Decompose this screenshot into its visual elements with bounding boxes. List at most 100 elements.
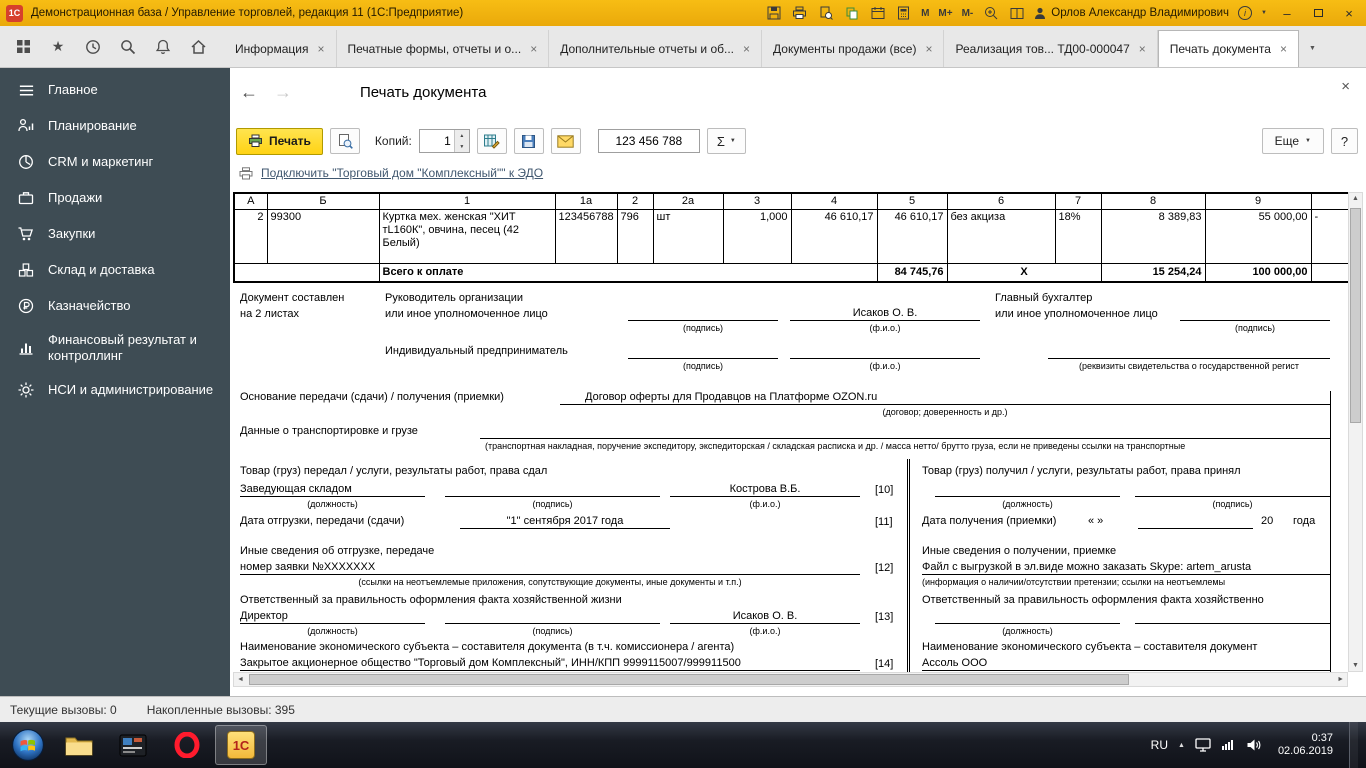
hidden-icons-arrow[interactable]: ▲ — [1178, 742, 1185, 749]
edo-icon — [239, 166, 253, 179]
current-user[interactable]: Орлов Александр Владимирович — [1034, 7, 1229, 20]
quick-sum-field[interactable] — [597, 129, 700, 153]
calculator-icon[interactable] — [895, 5, 912, 21]
sidebar-item-sales[interactable]: Продажи — [0, 180, 230, 216]
sidebar-item-main[interactable]: Главное — [0, 72, 230, 108]
scroll-left-icon[interactable]: ◄ — [237, 673, 244, 686]
save-file-button[interactable] — [513, 128, 544, 154]
stepper-up-icon[interactable]: ▲ — [454, 130, 469, 141]
doc-text: "1" сентября 2017 года — [506, 515, 624, 527]
sidebar-item-treasury[interactable]: Казначейство — [0, 288, 230, 324]
clock[interactable]: 0:37 02.06.2019 — [1272, 732, 1339, 758]
close-icon[interactable]: × — [317, 42, 324, 56]
scroll-up-icon[interactable]: ▲ — [1349, 195, 1362, 202]
print-icon[interactable] — [791, 5, 808, 21]
copies-input[interactable] — [419, 130, 454, 152]
taskbar-console-button[interactable] — [107, 725, 159, 765]
open-tabs: Информация × Печатные формы, отчеты и о..… — [224, 30, 1366, 67]
back-button[interactable]: ← — [240, 82, 258, 102]
sidebar-item-purchases[interactable]: Закупки — [0, 216, 230, 252]
sum-button[interactable]: Σ ▼ — [706, 128, 746, 154]
close-icon[interactable]: × — [1280, 42, 1287, 56]
opera-icon — [174, 732, 200, 758]
close-icon[interactable]: × — [925, 42, 932, 56]
tab-print-document[interactable]: Печать документа × — [1157, 30, 1299, 67]
zoom-icon[interactable] — [982, 5, 999, 21]
more-button[interactable]: Еще ▼ — [1261, 128, 1324, 154]
tab-additional-reports[interactable]: Дополнительные отчеты и об... × — [549, 30, 763, 67]
doc-text: Кострова В.Б. — [729, 483, 801, 495]
field-line — [240, 623, 425, 624]
sidebar-item-planning[interactable]: Планирование — [0, 108, 230, 144]
close-button[interactable]: × — [1338, 4, 1360, 22]
table-settings-button[interactable] — [476, 128, 507, 154]
show-desktop-button[interactable] — [1349, 722, 1358, 768]
doc-text: или иное уполномоченное лицо — [385, 308, 548, 320]
boxes-icon — [16, 260, 36, 280]
stepper-down-icon[interactable]: ▼ — [454, 141, 469, 152]
tray-display-icon[interactable] — [1195, 738, 1211, 752]
sidebar-item-finance[interactable]: Финансовый результат и контроллинг — [0, 324, 230, 372]
vertical-scroll-thumb[interactable] — [1350, 208, 1361, 423]
tab-bar: ★ Информация × Печатные формы, отчеты и о… — [0, 26, 1366, 68]
doc-text: Файл с выгрузкой в эл.виде можно заказат… — [922, 561, 1252, 573]
save-icon[interactable] — [765, 5, 782, 21]
system-tray: RU ▲ 0:37 02.06.2019 — [1151, 722, 1362, 768]
info-icon[interactable]: i — [1238, 6, 1253, 20]
doc-caption: (должность) — [307, 626, 358, 636]
tray-volume-icon[interactable] — [1246, 738, 1262, 752]
scroll-right-icon[interactable]: ► — [1337, 673, 1344, 686]
horizontal-scroll-thumb[interactable] — [249, 674, 1129, 685]
help-button[interactable]: ? — [1331, 128, 1358, 154]
sidebar-item-warehouse[interactable]: Склад и доставка — [0, 252, 230, 288]
scroll-down-icon[interactable]: ▼ — [1349, 662, 1362, 669]
chevron-down-icon[interactable]: ▼ — [1261, 10, 1267, 16]
edo-connect-link[interactable]: Подключить "Торговый дом "Комплексный"" … — [261, 166, 543, 180]
menu-grid-icon[interactable] — [14, 38, 32, 56]
memory-recall-button[interactable]: M — [921, 8, 929, 19]
doc-text: года — [1293, 515, 1316, 527]
history-icon[interactable] — [84, 38, 102, 56]
memory-plus-button[interactable]: M+ — [938, 8, 952, 19]
tab-sales-documents[interactable]: Документы продажи (все) × — [762, 30, 945, 67]
panel-close-icon[interactable]: × — [1341, 78, 1350, 95]
memory-minus-button[interactable]: M- — [962, 8, 974, 19]
vertical-scrollbar[interactable]: ▲ ▼ — [1348, 192, 1363, 672]
copy-icon[interactable] — [843, 5, 860, 21]
minimize-button[interactable]: – — [1276, 4, 1298, 22]
upd-table: АБ 1 1а 2 2а 34 56 78 9 2 99300 Куртка мех… — [233, 192, 1348, 283]
start-button[interactable] — [4, 722, 52, 768]
close-icon[interactable]: × — [530, 42, 537, 56]
sidebar-item-admin[interactable]: НСИ и администрирование — [0, 372, 230, 408]
taskbar-opera-button[interactable] — [161, 725, 213, 765]
tab-information[interactable]: Информация × — [224, 30, 337, 67]
split-window-icon[interactable] — [1008, 5, 1025, 21]
language-indicator[interactable]: RU — [1151, 738, 1168, 752]
tab-realization[interactable]: Реализация тов... ТД00-000047 × — [944, 30, 1158, 67]
print-button[interactable]: Печать — [236, 127, 323, 155]
notifications-bell-icon[interactable] — [154, 38, 172, 56]
sidebar-item-crm[interactable]: CRM и маркетинг — [0, 144, 230, 180]
maximize-button[interactable] — [1307, 4, 1329, 22]
taskbar-1c-button[interactable]: 1С — [215, 725, 267, 765]
close-icon[interactable]: × — [743, 42, 750, 56]
close-icon[interactable]: × — [1139, 42, 1146, 56]
doc-caption: (ф.и.о.) — [869, 323, 901, 333]
tabs-overflow-icon[interactable]: ▼ — [1299, 45, 1326, 52]
doc-caption: (подпись) — [532, 499, 573, 509]
forward-button[interactable]: → — [274, 82, 292, 102]
print-preview-icon[interactable] — [817, 5, 834, 21]
favorites-star-icon[interactable]: ★ — [49, 38, 67, 56]
email-button[interactable] — [550, 128, 581, 154]
horizontal-scrollbar[interactable]: ◄ ► — [233, 672, 1348, 687]
taskbar-explorer-button[interactable] — [53, 725, 105, 765]
signature-line — [1048, 358, 1330, 359]
tray-network-icon[interactable] — [1221, 738, 1236, 752]
preview-button[interactable] — [329, 128, 360, 154]
home-icon[interactable] — [189, 38, 207, 56]
signature-line — [628, 358, 778, 359]
user-icon — [1035, 7, 1046, 19]
tab-print-forms[interactable]: Печатные формы, отчеты и о... × — [337, 30, 550, 67]
calendar-icon[interactable] — [869, 5, 886, 21]
search-icon[interactable] — [119, 38, 137, 56]
